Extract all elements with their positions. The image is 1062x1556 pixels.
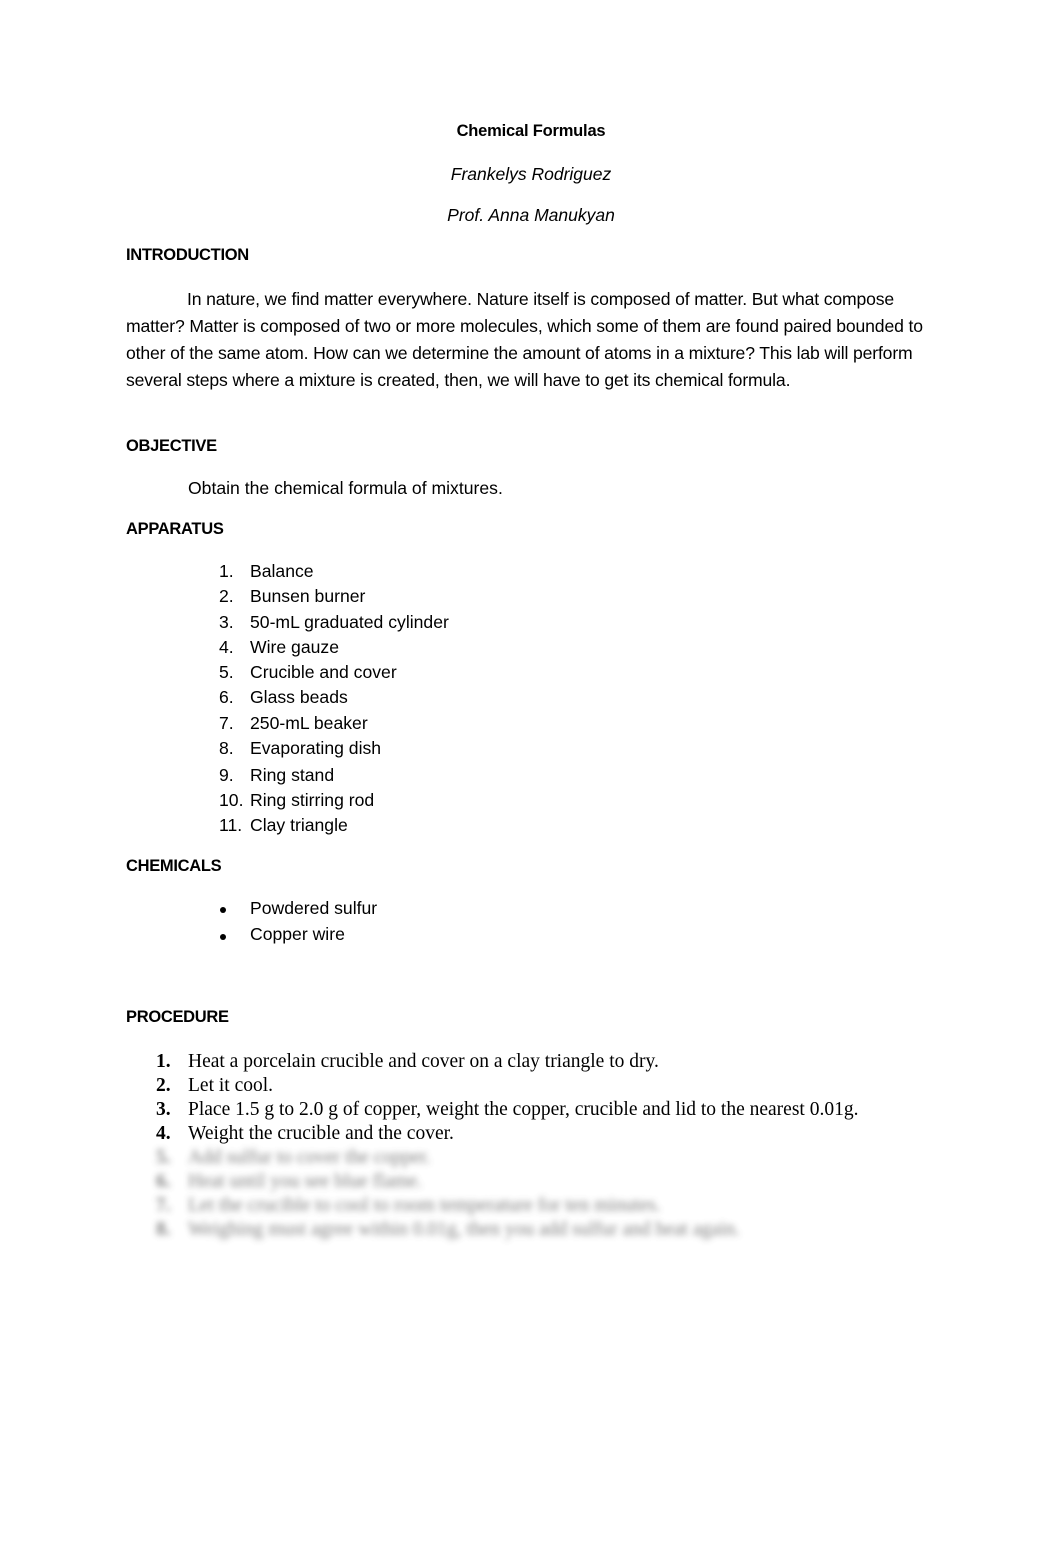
- bullet-icon: [220, 907, 226, 913]
- list-text: Crucible and cover: [250, 662, 397, 682]
- list-text: Clay triangle: [250, 815, 348, 835]
- list-number: 6.: [219, 687, 234, 707]
- procedure-heading: PROCEDURE: [126, 1008, 229, 1026]
- step-text: Place 1.5 g to 2.0 g of copper, weight t…: [188, 1099, 859, 1120]
- list-text: 250-mL beaker: [250, 713, 368, 733]
- list-text: Powdered sulfur: [250, 898, 378, 918]
- list-number: 8.: [219, 738, 234, 758]
- step-text: Heat a porcelain crucible and cover on a…: [188, 1051, 659, 1072]
- list-number: 11.: [219, 815, 243, 835]
- list-text: Balance: [250, 561, 314, 581]
- step-number: 6.: [156, 1171, 171, 1192]
- step-number: 8.: [156, 1219, 171, 1240]
- list-text: Copper wire: [250, 924, 345, 944]
- step-number: 4.: [156, 1123, 171, 1144]
- step-text: Add sulfur to cover the copper.: [188, 1147, 431, 1168]
- step-number: 5.: [156, 1147, 171, 1168]
- list-number: 1.: [219, 561, 234, 581]
- introduction-heading: INTRODUCTION: [126, 246, 249, 264]
- list-number: 2.: [219, 586, 234, 606]
- list-number: 5.: [219, 662, 234, 682]
- document-page: Chemical Formulas Frankelys Rodriguez Pr…: [0, 0, 1062, 1556]
- professor-name: Prof. Anna Manukyan: [447, 205, 615, 225]
- list-text: Glass beads: [250, 687, 348, 707]
- list-text: Ring stirring rod: [250, 790, 375, 810]
- objective-heading: OBJECTIVE: [126, 437, 217, 455]
- list-number: 9.: [219, 765, 234, 785]
- apparatus-heading: APPARATUS: [126, 520, 224, 538]
- step-text: Weighing must agree within 0.01g, then y…: [188, 1219, 740, 1240]
- step-text: Let it cool.: [188, 1075, 274, 1096]
- objective-text: Obtain the chemical formula of mixtures.: [188, 478, 503, 498]
- list-text: Bunsen burner: [250, 586, 366, 606]
- step-number: 1.: [156, 1051, 171, 1072]
- list-text: Wire gauze: [250, 637, 339, 657]
- step-number: 3.: [156, 1099, 171, 1120]
- list-text: Ring stand: [250, 765, 335, 785]
- document-title: Chemical Formulas: [456, 122, 606, 140]
- list-number: 10.: [219, 790, 244, 810]
- step-text: Weight the crucible and the cover.: [188, 1123, 454, 1144]
- step-text: Heat until you see blue flame.: [188, 1171, 422, 1192]
- list-number: 3.: [219, 612, 234, 632]
- list-number: 7.: [219, 713, 234, 733]
- step-number: 7.: [156, 1195, 171, 1216]
- list-text: Evaporating dish: [250, 738, 382, 758]
- bullet-icon: [220, 934, 226, 940]
- introduction-paragraph: In nature, we find matter everywhere. Na…: [126, 289, 923, 390]
- step-text: Let the crucible to cool to room tempera…: [188, 1195, 661, 1216]
- author-name: Frankelys Rodriguez: [450, 164, 612, 184]
- list-number: 4.: [219, 637, 234, 657]
- step-number: 2.: [156, 1075, 171, 1096]
- list-text: 50-mL graduated cylinder: [250, 612, 449, 632]
- chemicals-heading: CHEMICALS: [126, 857, 222, 875]
